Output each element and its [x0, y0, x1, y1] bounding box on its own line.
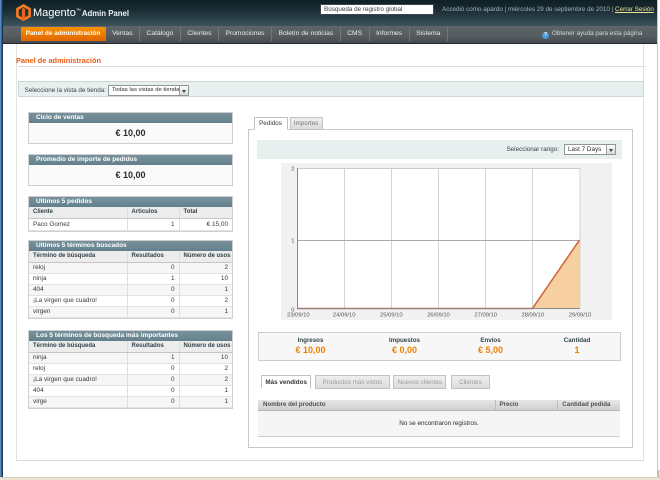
svg-text:25/09/10: 25/09/10	[380, 313, 403, 319]
svg-text:29/09/10: 29/09/10	[569, 313, 592, 319]
svg-text:2: 2	[291, 167, 294, 173]
svg-text:28/09/10: 28/09/10	[522, 313, 545, 319]
svg-text:27/09/10: 27/09/10	[474, 313, 497, 319]
svg-text:24/09/10: 24/09/10	[333, 313, 356, 319]
svg-text:1: 1	[291, 239, 294, 245]
svg-text:23/09/10: 23/09/10	[287, 313, 310, 319]
svg-text:26/09/10: 26/09/10	[427, 313, 450, 319]
